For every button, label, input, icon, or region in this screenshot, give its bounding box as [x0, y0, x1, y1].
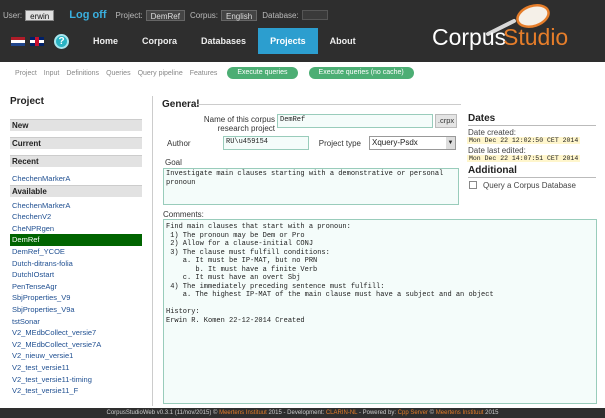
nav-projects[interactable]: Projects [258, 28, 318, 54]
nav-corpora[interactable]: Corpora [130, 28, 189, 54]
date-created-value: Mon Dec 22 12:02:50 CET 2014 [467, 137, 581, 144]
project-item[interactable]: SbjProperties_V9 [10, 292, 142, 304]
footer-link-meertens-2[interactable]: Meertens Instituut [436, 410, 484, 416]
comments-label: Comments: [163, 210, 204, 219]
project-item[interactable]: ChechenV2 [10, 211, 142, 223]
date-edited-label: Date last edited: [468, 146, 526, 155]
toolbar-definitions[interactable]: Definitions [66, 70, 99, 77]
footer-link-meertens[interactable]: Meertens Instituut [219, 410, 267, 416]
logo-text-corpus: Corpus [432, 24, 507, 50]
project-type-label: Project type [318, 139, 361, 148]
footer-text-d: © [428, 410, 436, 416]
project-item-selected[interactable]: DemRef [10, 234, 142, 246]
toolbar-project[interactable]: Project [15, 70, 37, 77]
help-icon[interactable]: ? [54, 33, 69, 49]
section-recent[interactable]: Recent [10, 155, 142, 167]
toolbar-queries[interactable]: Queries [106, 70, 131, 77]
project-item[interactable]: V2_nieuw_versie1 [10, 350, 142, 362]
section-current[interactable]: Current [10, 137, 142, 149]
footer: CorpusStudioWeb v0.3.1 (11/nov/2015) © M… [0, 408, 605, 418]
date-created-label: Date created: [468, 128, 517, 137]
project-name-suffix: .crpx [435, 114, 457, 128]
footer-text-c: - Powered by: [357, 410, 398, 416]
corpus-studio-logo: Corpus Studio [430, 4, 600, 58]
corpus-label: Corpus: [189, 10, 218, 20]
author-input[interactable]: RU\u459154 [223, 136, 309, 150]
query-database-checkbox[interactable] [469, 181, 477, 189]
project-item[interactable]: V2_MEdbCollect_versie7 [10, 327, 142, 339]
recent-item[interactable]: ChechenMarkerA [10, 173, 142, 185]
project-item[interactable]: Dutch-ditrans-folia [10, 258, 142, 270]
dutch-flag-icon[interactable] [11, 36, 25, 46]
general-title: General [162, 99, 200, 110]
general-panel: General Name of this corpus research pro… [152, 96, 599, 406]
project-name-input[interactable]: DemRef [277, 114, 433, 128]
project-item[interactable]: V2_test_versie11-timing [10, 374, 142, 386]
project-name-label: Name of this corpus research project [203, 115, 275, 133]
project-item[interactable]: DemRef_YCOE [10, 246, 142, 258]
logout-link[interactable]: Log off [69, 9, 106, 21]
project-type-select[interactable]: Xquery-Psdx ▼ [369, 136, 456, 150]
user-bar: User: erwin Log off Project: DemRef Corp… [3, 9, 328, 21]
toolbar-features[interactable]: Features [190, 70, 218, 77]
footer-text-e: 2015 [483, 410, 499, 416]
project-item[interactable]: SbjProperties_V9a [10, 304, 142, 316]
date-edited-value: Mon Dec 22 14:07:51 CET 2014 [467, 155, 581, 162]
user-value: erwin [25, 9, 55, 21]
execute-queries-nocache-button[interactable]: Execute queries (no cache) [308, 67, 414, 79]
project-item[interactable]: DutchIOstart [10, 269, 142, 281]
nav-databases[interactable]: Databases [189, 28, 258, 54]
corpus-value: English [221, 9, 258, 21]
author-label: Author [167, 139, 191, 148]
nav-home[interactable]: Home [81, 28, 130, 54]
nav-about[interactable]: About [318, 28, 368, 54]
project-item[interactable]: ChechenMarkerA [10, 200, 142, 212]
project-toolbar: Project Input Definitions Queries Query … [0, 62, 605, 84]
project-item[interactable]: V2_test_versie11_F [10, 385, 142, 397]
footer-link-cpp[interactable]: Cpp Server [398, 410, 428, 416]
project-label: Project: [115, 10, 143, 20]
project-item[interactable]: V2_MEdbCollect_versie7A [10, 339, 142, 351]
sidebar-title: Project [10, 96, 44, 107]
project-item[interactable]: V2_test_versie11 [10, 362, 142, 374]
execute-queries-button[interactable]: Execute queries [227, 67, 298, 79]
project-item[interactable]: CheNPRgen [10, 223, 142, 235]
additional-title: Additional [468, 165, 517, 176]
database-value [301, 10, 328, 20]
english-flag-icon[interactable] [30, 36, 44, 46]
toolbar-query-pipeline[interactable]: Query pipeline [138, 70, 183, 77]
footer-text-a: CorpusStudioWeb v0.3.1 (11/nov/2015) © [106, 410, 220, 416]
top-bar: User: erwin Log off Project: DemRef Corp… [0, 0, 605, 62]
goal-label: Goal [165, 158, 182, 167]
user-label: User: [3, 10, 23, 20]
dates-divider [468, 125, 596, 126]
footer-link-clarin[interactable]: CLARIN-NL [326, 410, 357, 416]
footer-text-b: 2015 - Development: [266, 410, 326, 416]
database-label: Database: [262, 10, 299, 20]
goal-textarea[interactable]: Investigate main clauses starting with a… [163, 168, 459, 205]
comments-textarea[interactable]: Find main clauses that start with a pron… [163, 219, 597, 404]
additional-divider [468, 177, 596, 178]
project-value: DemRef [145, 9, 185, 21]
logo-text-studio: Studio [503, 24, 569, 50]
query-database-label: Query a Corpus Database [483, 181, 576, 190]
main-nav: ? Home Corpora Databases Projects About [0, 28, 368, 54]
dates-title: Dates [468, 113, 496, 124]
project-type-value: Xquery-Psdx [372, 138, 418, 147]
general-divider [197, 104, 461, 105]
toolbar-input[interactable]: Input [44, 70, 60, 77]
nav-items: Home Corpora Databases Projects About [81, 28, 368, 54]
chevron-down-icon: ▼ [446, 137, 455, 149]
section-available: Available [10, 184, 142, 197]
project-sidebar: Project New Current Recent ChechenMarker… [10, 96, 142, 408]
project-item[interactable]: PenTenseAgr [10, 281, 142, 293]
section-new[interactable]: New [10, 119, 142, 131]
project-item[interactable]: tstSonar [10, 316, 142, 328]
